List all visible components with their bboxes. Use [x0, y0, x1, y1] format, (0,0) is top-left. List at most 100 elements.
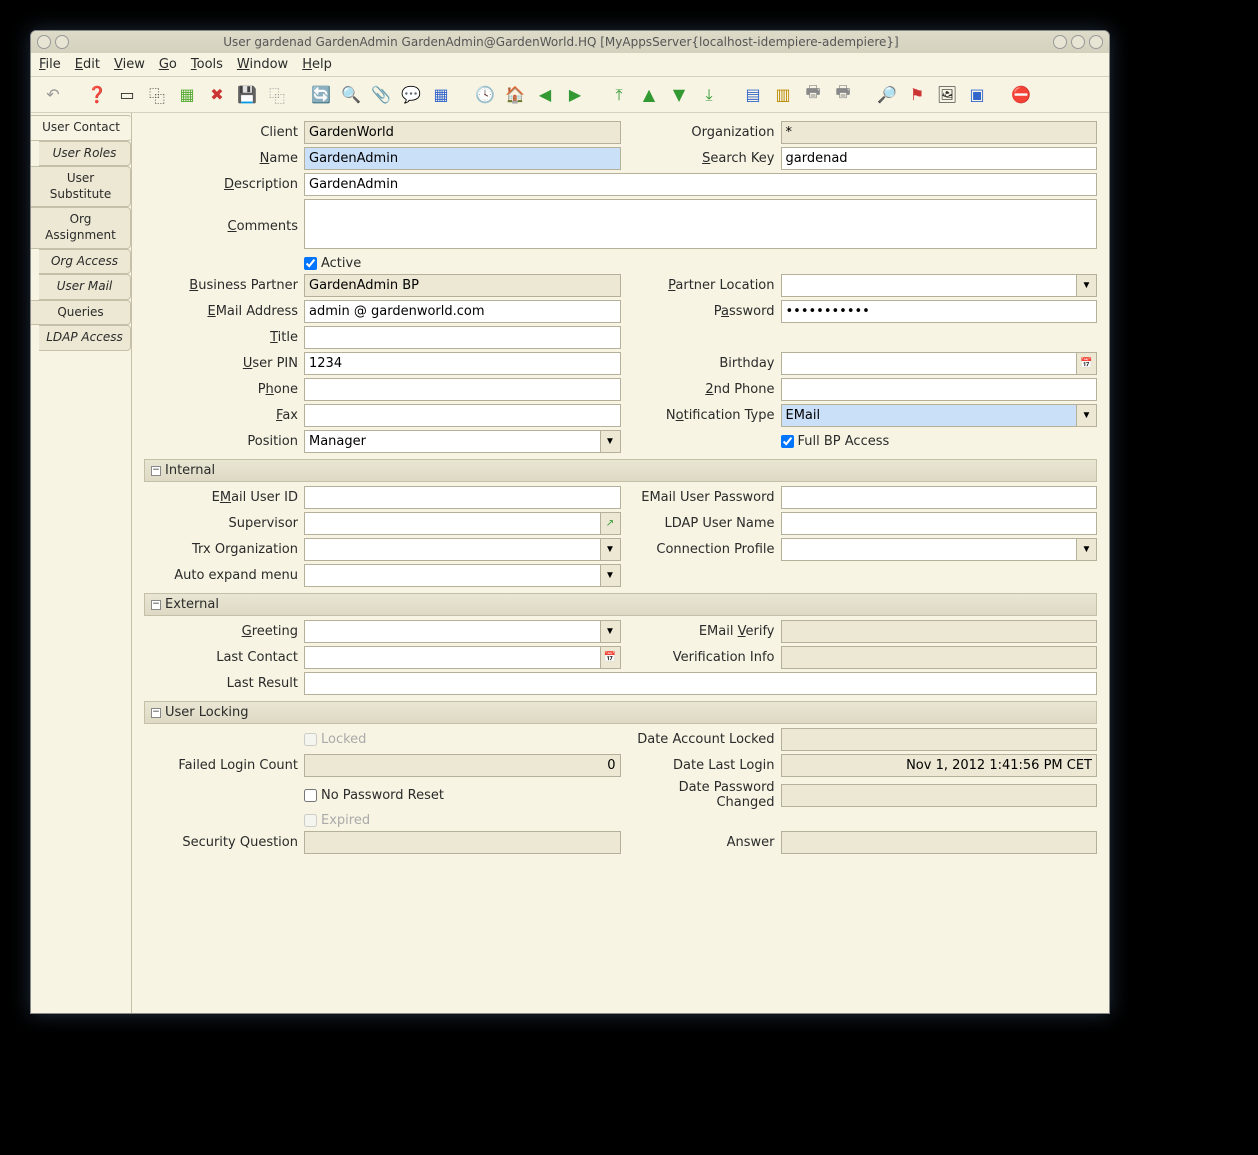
- sysmenu-icon[interactable]: [37, 35, 51, 49]
- delete-icon[interactable]: ✖: [205, 83, 229, 107]
- bpartner-field[interactable]: [304, 274, 621, 297]
- birthday-field[interactable]: [781, 352, 1078, 375]
- section-internal[interactable]: −Internal: [144, 459, 1097, 482]
- tab-user-roles[interactable]: User Roles: [39, 141, 131, 167]
- back-icon[interactable]: ◀: [533, 83, 557, 107]
- supervisor-lookup-icon[interactable]: ↗: [601, 512, 621, 535]
- no-pw-reset-checkbox[interactable]: [304, 789, 317, 802]
- title-field[interactable]: [304, 326, 621, 349]
- menu-go[interactable]: Go: [159, 57, 177, 72]
- maximize-button[interactable]: [1071, 35, 1085, 49]
- tab-org-assignment[interactable]: Org Assignment: [31, 207, 131, 248]
- print2-icon[interactable]: 🖶: [831, 83, 855, 107]
- toolbar: ↶ ❓ ▭ ⿻ ▦ ✖ 💾 ⿻ 🔄 🔍 📎 💬 ▦ 🕓 🏠 ◀ ▶ ⤒ ▲ ▼ …: [31, 77, 1109, 113]
- last-icon[interactable]: ⤓: [697, 83, 721, 107]
- active-checkbox[interactable]: [304, 257, 317, 270]
- menu-file[interactable]: File: [39, 57, 61, 72]
- auto-expand-dropdown[interactable]: ▼: [601, 564, 621, 587]
- position-dropdown[interactable]: ▼: [601, 430, 621, 453]
- copy2-icon[interactable]: ⿻: [265, 83, 289, 107]
- organization-field[interactable]: [781, 121, 1098, 144]
- up-icon[interactable]: ▲: [637, 83, 661, 107]
- find-icon[interactable]: 🔍: [339, 83, 363, 107]
- password-field[interactable]: [781, 300, 1098, 323]
- tab-queries[interactable]: Queries: [31, 300, 131, 326]
- workflow-icon[interactable]: 🖼: [935, 83, 959, 107]
- collapse-icon[interactable]: −: [151, 466, 161, 476]
- attach-icon[interactable]: 📎: [369, 83, 393, 107]
- position-field[interactable]: [304, 430, 601, 453]
- refresh-icon[interactable]: 🔄: [309, 83, 333, 107]
- minimize-button[interactable]: [1053, 35, 1067, 49]
- fax-field[interactable]: [304, 404, 621, 427]
- partner-location-field[interactable]: [781, 274, 1078, 297]
- undo-icon[interactable]: ↶: [41, 83, 65, 107]
- tab-org-access[interactable]: Org Access: [39, 249, 131, 275]
- phone-field[interactable]: [304, 378, 621, 401]
- menu-edit[interactable]: Edit: [75, 57, 100, 72]
- request-icon[interactable]: ⚑: [905, 83, 929, 107]
- active-checkbox-wrap[interactable]: Active: [304, 256, 361, 271]
- greeting-field[interactable]: [304, 620, 601, 643]
- forward-icon[interactable]: ▶: [563, 83, 587, 107]
- birthday-picker-icon[interactable]: 📅: [1077, 352, 1097, 375]
- menu-view[interactable]: View: [114, 57, 145, 72]
- notification-type-field[interactable]: [781, 404, 1078, 427]
- failed-login-field: [304, 754, 621, 777]
- menu-tools[interactable]: Tools: [191, 57, 223, 72]
- home-icon[interactable]: 🏠: [503, 83, 527, 107]
- last-result-field[interactable]: [304, 672, 1097, 695]
- collapse-icon[interactable]: −: [151, 708, 161, 718]
- product-icon[interactable]: ▣: [965, 83, 989, 107]
- sysmenu-icon-2[interactable]: [55, 35, 69, 49]
- tab-user-contact[interactable]: User Contact: [31, 115, 132, 141]
- email-user-pw-field[interactable]: [781, 486, 1098, 509]
- full-bp-checkbox[interactable]: [781, 435, 794, 448]
- save-icon[interactable]: ▦: [175, 83, 199, 107]
- menu-window[interactable]: Window: [237, 57, 288, 72]
- trx-org-field[interactable]: [304, 538, 601, 561]
- partner-location-dropdown[interactable]: ▼: [1077, 274, 1097, 297]
- greeting-dropdown[interactable]: ▼: [601, 620, 621, 643]
- description-field[interactable]: [304, 173, 1097, 196]
- phone2-field[interactable]: [781, 378, 1098, 401]
- section-external[interactable]: −External: [144, 593, 1097, 616]
- last-contact-field[interactable]: [304, 646, 601, 669]
- notification-type-dropdown[interactable]: ▼: [1077, 404, 1097, 427]
- collapse-icon[interactable]: −: [151, 600, 161, 610]
- new-icon[interactable]: ▭: [115, 83, 139, 107]
- close-button[interactable]: [1089, 35, 1103, 49]
- client-field[interactable]: [304, 121, 621, 144]
- user-pin-field[interactable]: [304, 352, 621, 375]
- conn-profile-field[interactable]: [781, 538, 1078, 561]
- grid-icon[interactable]: ▦: [429, 83, 453, 107]
- zoom-icon[interactable]: 🔎: [875, 83, 899, 107]
- search-key-field[interactable]: [781, 147, 1098, 170]
- tab-ldap-access[interactable]: LDAP Access: [39, 325, 131, 351]
- first-icon[interactable]: ⤒: [607, 83, 631, 107]
- archive-icon[interactable]: ▥: [771, 83, 795, 107]
- name-field[interactable]: [304, 147, 621, 170]
- tab-user-substitute[interactable]: User Substitute: [31, 166, 131, 207]
- help-icon[interactable]: ❓: [85, 83, 109, 107]
- history-icon[interactable]: 🕓: [473, 83, 497, 107]
- print-icon[interactable]: 🖶: [801, 83, 825, 107]
- comments-field[interactable]: [304, 199, 1097, 249]
- auto-expand-field[interactable]: [304, 564, 601, 587]
- ldap-user-field[interactable]: [781, 512, 1098, 535]
- supervisor-field[interactable]: [304, 512, 601, 535]
- menu-help[interactable]: Help: [302, 57, 332, 72]
- copy-icon[interactable]: ⿻: [145, 83, 169, 107]
- section-user-locking[interactable]: −User Locking: [144, 701, 1097, 724]
- conn-profile-dropdown[interactable]: ▼: [1077, 538, 1097, 561]
- exit-icon[interactable]: ⛔: [1009, 83, 1033, 107]
- last-contact-picker-icon[interactable]: 📅: [601, 646, 621, 669]
- trx-org-dropdown[interactable]: ▼: [601, 538, 621, 561]
- chat-icon[interactable]: 💬: [399, 83, 423, 107]
- report-icon[interactable]: ▤: [741, 83, 765, 107]
- down-icon[interactable]: ▼: [667, 83, 691, 107]
- disk-icon[interactable]: 💾: [235, 83, 259, 107]
- email-field[interactable]: [304, 300, 621, 323]
- tab-user-mail[interactable]: User Mail: [39, 274, 131, 300]
- email-user-id-field[interactable]: [304, 486, 621, 509]
